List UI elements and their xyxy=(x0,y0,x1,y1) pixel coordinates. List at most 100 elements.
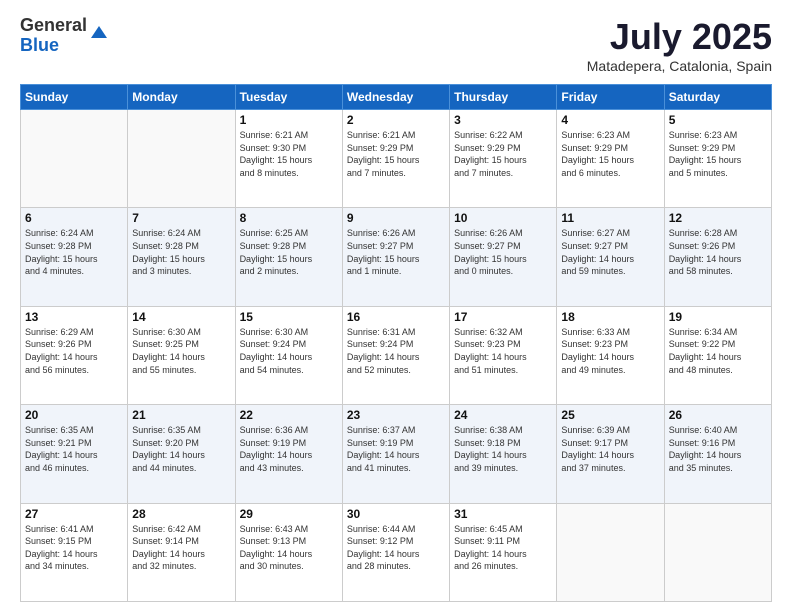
day-number: 18 xyxy=(561,310,659,324)
calendar-cell: 30 Sunrise: 6:44 AM Sunset: 9:12 PM Dayli… xyxy=(342,503,449,601)
day-number: 22 xyxy=(240,408,338,422)
cell-text: Sunrise: 6:27 AM Sunset: 9:27 PM Dayligh… xyxy=(561,227,659,277)
header: General Blue July 2025 Matadepera, Catal… xyxy=(20,16,772,74)
page: General Blue July 2025 Matadepera, Catal… xyxy=(0,0,792,612)
calendar-cell: 14Sunrise: 6:30 AM Sunset: 9:25 PM Dayli… xyxy=(128,306,235,404)
calendar-cell xyxy=(664,503,771,601)
cell-text: Sunrise: 6:38 AM Sunset: 9:18 PM Dayligh… xyxy=(454,424,552,474)
calendar-cell: 5Sunrise: 6:23 AM Sunset: 9:29 PM Daylig… xyxy=(664,110,771,208)
col-header-saturday: Saturday xyxy=(664,85,771,110)
calendar-cell: 31Sunrise: 6:45 AM Sunset: 9:11 PM Dayli… xyxy=(450,503,557,601)
calendar-cell: 21 Sunrise: 6:35 AM Sunset: 9:20 PM Dayli… xyxy=(128,405,235,503)
day-number: 16 xyxy=(347,310,445,324)
cell-text: Sunrise: 6:30 AM Sunset: 9:25 PM Dayligh… xyxy=(132,326,230,376)
calendar-cell: 7Sunrise: 6:24 AM Sunset: 9:28 PM Daylig… xyxy=(128,208,235,306)
calendar-week-row: 1Sunrise: 6:21 AM Sunset: 9:30 PM Daylig… xyxy=(21,110,772,208)
calendar-cell: 27 Sunrise: 6:41 AM Sunset: 9:15 PM Dayli… xyxy=(21,503,128,601)
calendar-cell: 3 Sunrise: 6:22 AM Sunset: 9:29 PM Daylig… xyxy=(450,110,557,208)
cell-text: Sunrise: 6:26 AM Sunset: 9:27 PM Dayligh… xyxy=(454,227,552,277)
day-number: 30 xyxy=(347,507,445,521)
cell-text: Sunrise: 6:23 AM Sunset: 9:29 PM Dayligh… xyxy=(561,129,659,179)
day-number: 24 xyxy=(454,408,552,422)
calendar-cell: 20 Sunrise: 6:35 AM Sunset: 9:21 PM Dayli… xyxy=(21,405,128,503)
logo-icon xyxy=(89,22,109,42)
calendar-week-row: 6Sunrise: 6:24 AM Sunset: 9:28 PM Daylig… xyxy=(21,208,772,306)
calendar-cell: 23Sunrise: 6:37 AM Sunset: 9:19 PM Dayli… xyxy=(342,405,449,503)
calendar-cell xyxy=(21,110,128,208)
day-number: 17 xyxy=(454,310,552,324)
cell-text: Sunrise: 6:28 AM Sunset: 9:26 PM Dayligh… xyxy=(669,227,767,277)
cell-text: Sunrise: 6:25 AM Sunset: 9:28 PM Dayligh… xyxy=(240,227,338,277)
day-number: 21 xyxy=(132,408,230,422)
day-number: 3 xyxy=(454,113,552,127)
calendar-cell: 6Sunrise: 6:24 AM Sunset: 9:28 PM Daylig… xyxy=(21,208,128,306)
logo: General Blue xyxy=(20,16,109,56)
cell-text: Sunrise: 6:22 AM Sunset: 9:29 PM Dayligh… xyxy=(454,129,552,179)
col-header-monday: Monday xyxy=(128,85,235,110)
cell-text: Sunrise: 6:26 AM Sunset: 9:27 PM Dayligh… xyxy=(347,227,445,277)
day-number: 28 xyxy=(132,507,230,521)
day-number: 10 xyxy=(454,211,552,225)
title-block: July 2025 Matadepera, Catalonia, Spain xyxy=(587,16,772,74)
calendar-cell: 1Sunrise: 6:21 AM Sunset: 9:30 PM Daylig… xyxy=(235,110,342,208)
cell-text: Sunrise: 6:43 AM Sunset: 9:13 PM Dayligh… xyxy=(240,523,338,573)
cell-text: Sunrise: 6:33 AM Sunset: 9:23 PM Dayligh… xyxy=(561,326,659,376)
day-number: 20 xyxy=(25,408,123,422)
calendar-cell xyxy=(557,503,664,601)
cell-text: Sunrise: 6:35 AM Sunset: 9:20 PM Dayligh… xyxy=(132,424,230,474)
day-number: 4 xyxy=(561,113,659,127)
cell-text: Sunrise: 6:29 AM Sunset: 9:26 PM Dayligh… xyxy=(25,326,123,376)
calendar-cell: 26Sunrise: 6:40 AM Sunset: 9:16 PM Dayli… xyxy=(664,405,771,503)
calendar-cell: 15 Sunrise: 6:30 AM Sunset: 9:24 PM Dayli… xyxy=(235,306,342,404)
calendar-week-row: 20 Sunrise: 6:35 AM Sunset: 9:21 PM Dayli… xyxy=(21,405,772,503)
logo-blue: Blue xyxy=(20,36,87,56)
col-header-sunday: Sunday xyxy=(21,85,128,110)
calendar-cell: 11 Sunrise: 6:27 AM Sunset: 9:27 PM Dayli… xyxy=(557,208,664,306)
cell-text: Sunrise: 6:31 AM Sunset: 9:24 PM Dayligh… xyxy=(347,326,445,376)
calendar-cell: 18 Sunrise: 6:33 AM Sunset: 9:23 PM Dayli… xyxy=(557,306,664,404)
day-number: 11 xyxy=(561,211,659,225)
calendar-cell: 9Sunrise: 6:26 AM Sunset: 9:27 PM Daylig… xyxy=(342,208,449,306)
calendar-cell: 4 Sunrise: 6:23 AM Sunset: 9:29 PM Daylig… xyxy=(557,110,664,208)
day-number: 15 xyxy=(240,310,338,324)
logo-general: General xyxy=(20,16,87,36)
cell-text: Sunrise: 6:35 AM Sunset: 9:21 PM Dayligh… xyxy=(25,424,123,474)
cell-text: Sunrise: 6:39 AM Sunset: 9:17 PM Dayligh… xyxy=(561,424,659,474)
cell-text: Sunrise: 6:36 AM Sunset: 9:19 PM Dayligh… xyxy=(240,424,338,474)
cell-text: Sunrise: 6:37 AM Sunset: 9:19 PM Dayligh… xyxy=(347,424,445,474)
cell-text: Sunrise: 6:32 AM Sunset: 9:23 PM Dayligh… xyxy=(454,326,552,376)
calendar-cell: 29Sunrise: 6:43 AM Sunset: 9:13 PM Dayli… xyxy=(235,503,342,601)
calendar-cell: 12 Sunrise: 6:28 AM Sunset: 9:26 PM Dayli… xyxy=(664,208,771,306)
calendar-cell: 19 Sunrise: 6:34 AM Sunset: 9:22 PM Dayli… xyxy=(664,306,771,404)
calendar-week-row: 27 Sunrise: 6:41 AM Sunset: 9:15 PM Dayli… xyxy=(21,503,772,601)
day-number: 12 xyxy=(669,211,767,225)
cell-text: Sunrise: 6:34 AM Sunset: 9:22 PM Dayligh… xyxy=(669,326,767,376)
col-header-wednesday: Wednesday xyxy=(342,85,449,110)
calendar-week-row: 13Sunrise: 6:29 AM Sunset: 9:26 PM Dayli… xyxy=(21,306,772,404)
day-number: 8 xyxy=(240,211,338,225)
calendar-cell: 2Sunrise: 6:21 AM Sunset: 9:29 PM Daylig… xyxy=(342,110,449,208)
cell-text: Sunrise: 6:42 AM Sunset: 9:14 PM Dayligh… xyxy=(132,523,230,573)
location: Matadepera, Catalonia, Spain xyxy=(587,58,772,74)
day-number: 19 xyxy=(669,310,767,324)
cell-text: Sunrise: 6:30 AM Sunset: 9:24 PM Dayligh… xyxy=(240,326,338,376)
calendar-cell: 8 Sunrise: 6:25 AM Sunset: 9:28 PM Daylig… xyxy=(235,208,342,306)
calendar-cell: 25Sunrise: 6:39 AM Sunset: 9:17 PM Dayli… xyxy=(557,405,664,503)
calendar-cell: 22 Sunrise: 6:36 AM Sunset: 9:19 PM Dayli… xyxy=(235,405,342,503)
calendar-cell: 17 Sunrise: 6:32 AM Sunset: 9:23 PM Dayli… xyxy=(450,306,557,404)
cell-text: Sunrise: 6:23 AM Sunset: 9:29 PM Dayligh… xyxy=(669,129,767,179)
calendar-cell xyxy=(128,110,235,208)
cell-text: Sunrise: 6:41 AM Sunset: 9:15 PM Dayligh… xyxy=(25,523,123,573)
col-header-thursday: Thursday xyxy=(450,85,557,110)
col-header-friday: Friday xyxy=(557,85,664,110)
calendar-cell: 16 Sunrise: 6:31 AM Sunset: 9:24 PM Dayli… xyxy=(342,306,449,404)
day-number: 27 xyxy=(25,507,123,521)
month-title: July 2025 xyxy=(587,16,772,58)
calendar-cell: 24 Sunrise: 6:38 AM Sunset: 9:18 PM Dayli… xyxy=(450,405,557,503)
cell-text: Sunrise: 6:21 AM Sunset: 9:29 PM Dayligh… xyxy=(347,129,445,179)
day-number: 26 xyxy=(669,408,767,422)
cell-text: Sunrise: 6:44 AM Sunset: 9:12 PM Dayligh… xyxy=(347,523,445,573)
cell-text: Sunrise: 6:24 AM Sunset: 9:28 PM Dayligh… xyxy=(25,227,123,277)
calendar-cell: 13Sunrise: 6:29 AM Sunset: 9:26 PM Dayli… xyxy=(21,306,128,404)
calendar-table: SundayMondayTuesdayWednesdayThursdayFrid… xyxy=(20,84,772,602)
